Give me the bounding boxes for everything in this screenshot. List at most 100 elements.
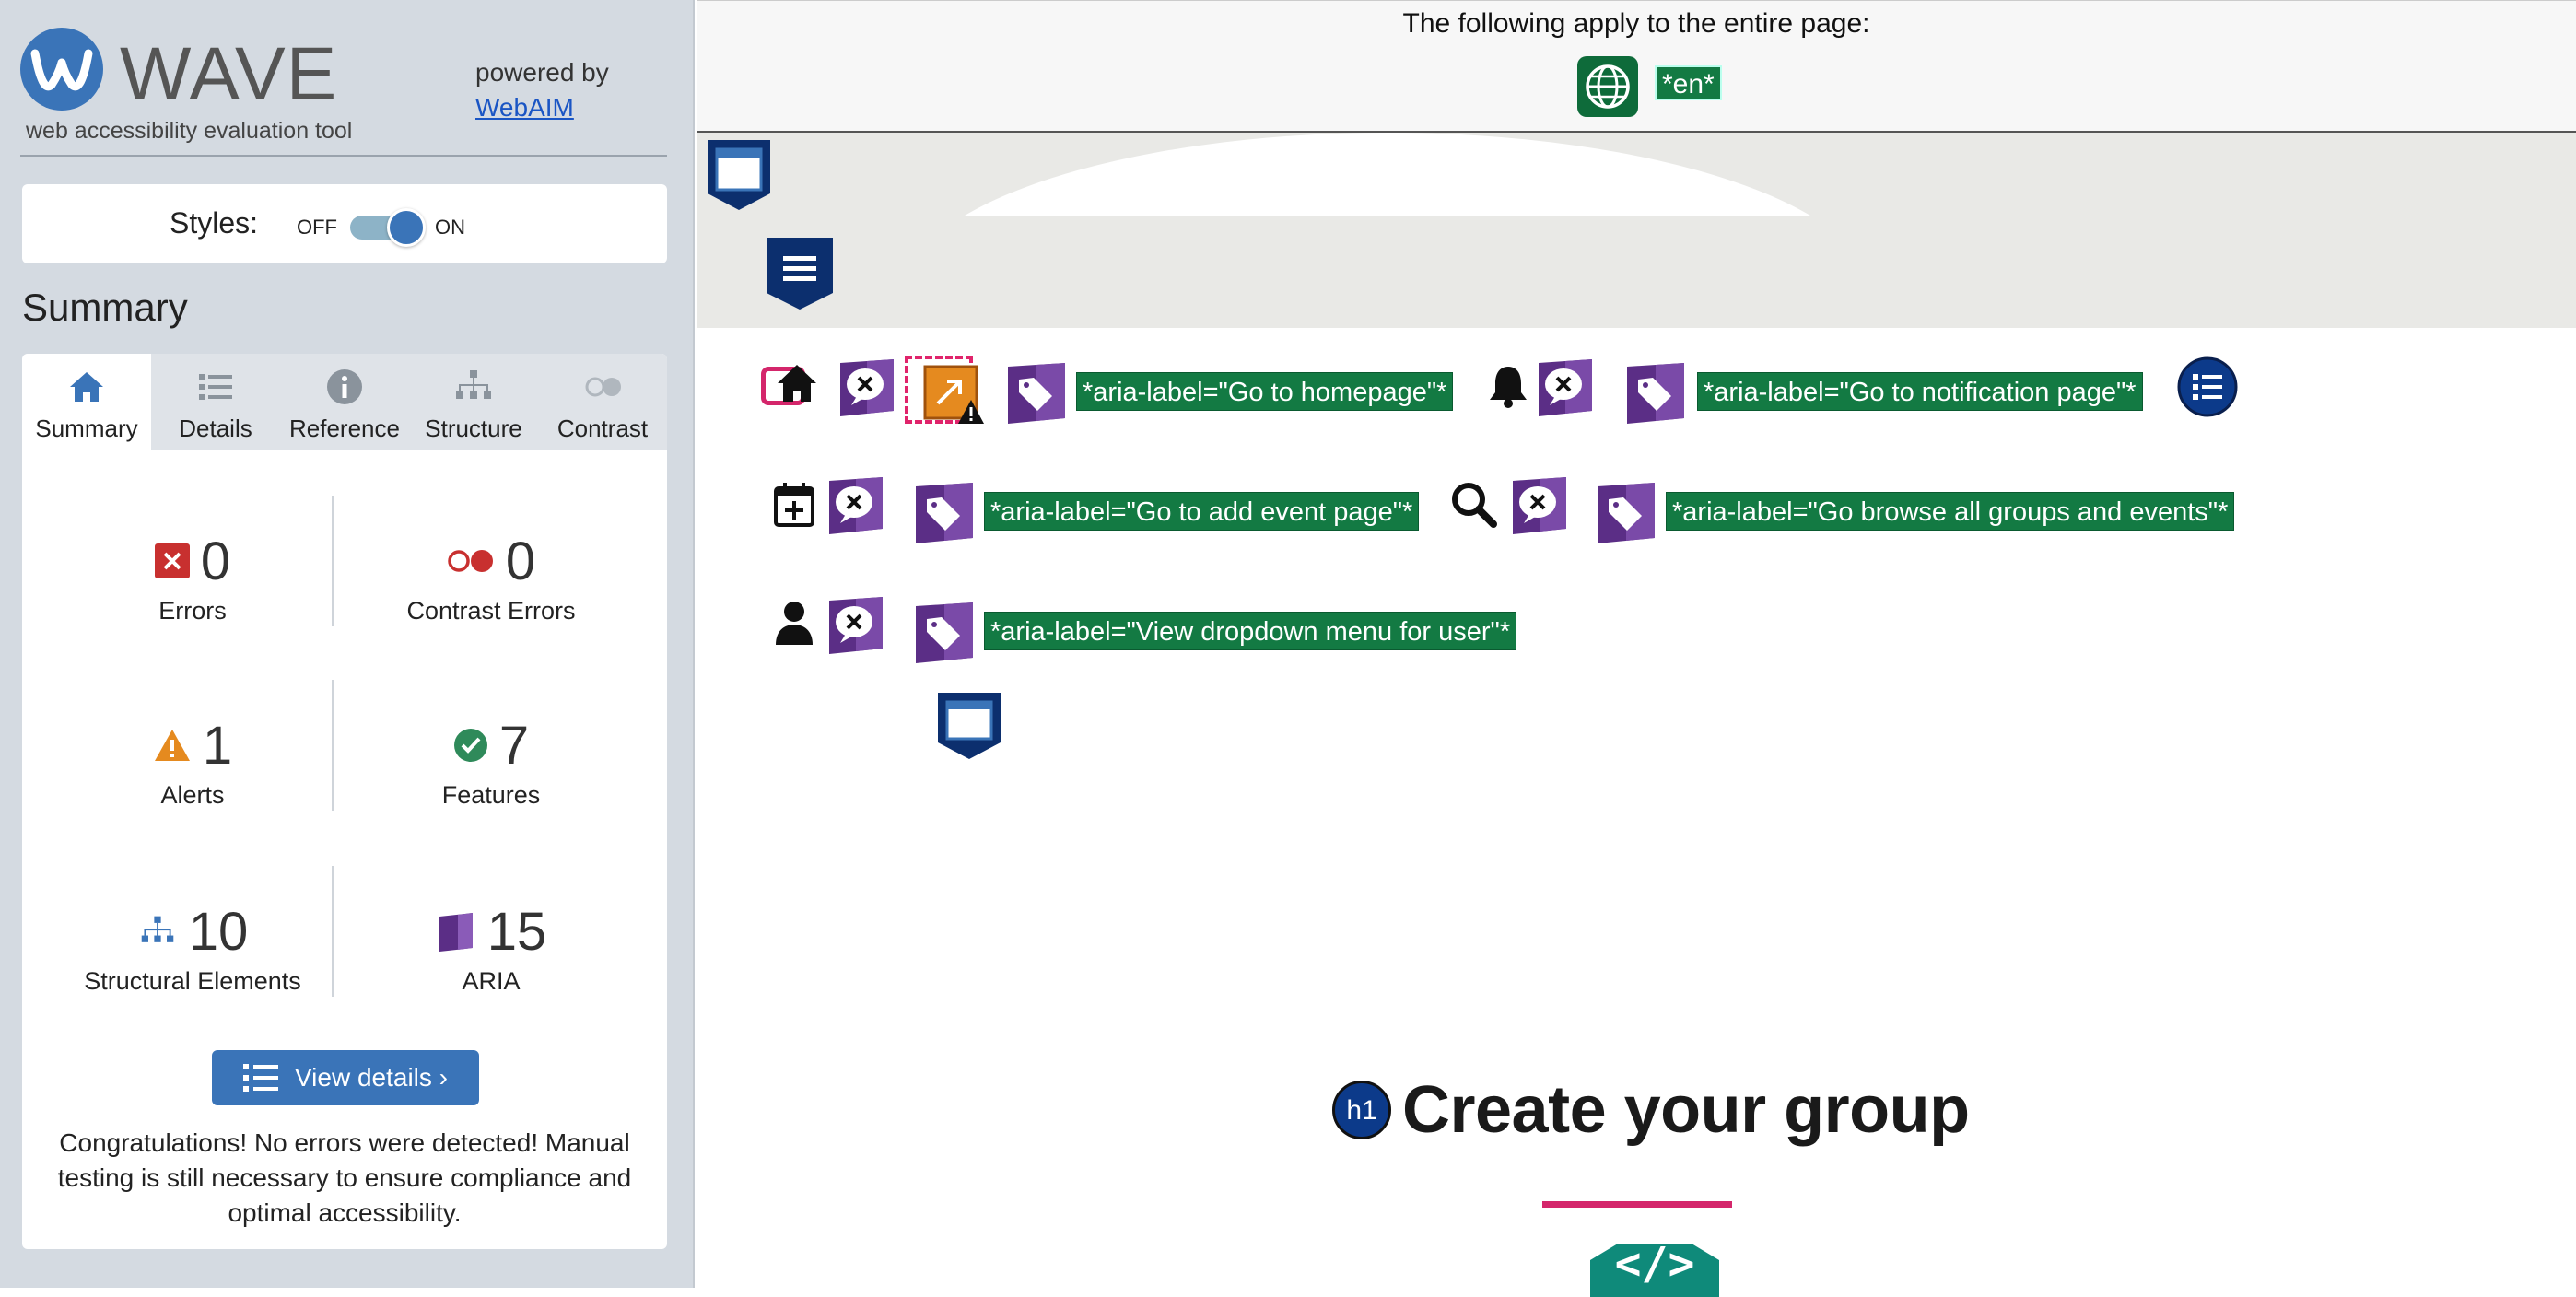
congrats-message: Congratulations! No errors were detected… (57, 1128, 632, 1227)
powered-by: powered by WebAIM (475, 55, 609, 125)
error-icon (154, 543, 190, 578)
aria-empty-label-icon[interactable] (1535, 357, 1596, 418)
list-icon (242, 1064, 278, 1092)
aria-label: ARIA (462, 967, 521, 995)
features-label: Features (441, 781, 541, 809)
summary-heading: Summary (22, 286, 188, 329)
redundant-link-alert-icon[interactable] (921, 363, 986, 427)
banner-text: The following apply to the entire page: (1402, 8, 1870, 39)
hero-background (697, 216, 2576, 328)
aria-empty-label-icon[interactable] (825, 595, 886, 656)
notification-bell-icon[interactable] (1485, 363, 1531, 409)
alert-icon (154, 730, 190, 761)
tab-summary[interactable]: Summary (22, 354, 151, 450)
tab-label: Details (179, 415, 252, 442)
tab-structure[interactable]: Structure (409, 354, 538, 450)
stat-divider (332, 680, 334, 811)
tab-contrast[interactable]: Contrast (538, 354, 667, 450)
language-badge[interactable]: *en* (1655, 65, 1722, 100)
aria-label-browse[interactable]: *aria-label="Go browse all groups and ev… (1666, 492, 2235, 531)
wave-logo-icon (20, 28, 103, 111)
structural-label: Structural Elements (84, 967, 301, 995)
feature-check-icon (453, 729, 487, 762)
stat-structural[interactable]: 10 Structural Elements (41, 899, 345, 996)
errors-label: Errors (158, 597, 227, 625)
aria-label-icon[interactable] (912, 601, 977, 665)
tab-reference[interactable]: Reference (280, 354, 409, 450)
logo-word: WAVE (120, 32, 338, 116)
add-event-calendar-icon[interactable] (772, 481, 816, 529)
styles-toggle-box: Styles: OFF ON (22, 184, 667, 263)
heading-underline (1542, 1201, 1732, 1208)
wave-logo[interactable]: WAVE web accessibility evaluation tool (20, 28, 352, 147)
contrast-error-icon (448, 550, 493, 572)
tab-label: Structure (425, 415, 522, 442)
home-icon[interactable] (774, 361, 820, 407)
aria-empty-label-icon[interactable] (1509, 475, 1570, 536)
stat-aria[interactable]: 15 ARIA (339, 899, 643, 996)
aria-empty-label-icon[interactable] (837, 357, 897, 418)
page-hero (697, 133, 2576, 328)
page-wide-banner: The following apply to the entire page: … (697, 0, 2576, 133)
aria-label-home[interactable]: *aria-label="Go to homepage"* (1076, 372, 1454, 411)
tab-label: Summary (35, 415, 138, 442)
toggle-on-label: ON (435, 216, 465, 239)
view-details-button[interactable]: View details › (212, 1050, 479, 1105)
tab-details[interactable]: Details (151, 354, 280, 450)
contrast-errors-count: 0 (505, 531, 536, 591)
stat-contrast-errors[interactable]: 0 Contrast Errors (339, 529, 643, 625)
aria-empty-label-icon[interactable] (825, 475, 886, 536)
language-globe-icon[interactable] (1577, 56, 1638, 117)
aria-label-icon[interactable] (1004, 361, 1069, 426)
stat-divider (332, 496, 334, 626)
structure-icon (141, 916, 174, 942)
view-details-label: View details › (294, 1063, 448, 1092)
navigation-region-icon[interactable] (763, 234, 837, 311)
aria-icon (439, 913, 473, 952)
webaim-link[interactable]: WebAIM (475, 93, 574, 122)
alerts-label: Alerts (160, 781, 225, 809)
summary-panel: Summary Details Reference Structure Cont… (22, 354, 667, 1249)
h1-structure-icon[interactable]: h1 (1332, 1081, 1391, 1139)
styles-toggle-knob[interactable] (387, 208, 426, 247)
powered-by-text: powered by (475, 58, 609, 87)
logo-tagline: web accessibility evaluation tool (26, 118, 353, 144)
stat-errors[interactable]: 0 Errors (41, 529, 345, 625)
list-structure-icon[interactable] (2176, 356, 2239, 418)
aria-label-add-event[interactable]: *aria-label="Go to add event page"* (984, 492, 1420, 531)
aria-count: 15 (486, 901, 547, 962)
aria-label-notification[interactable]: *aria-label="Go to notification page"* (1697, 372, 2143, 411)
aria-label-icon[interactable] (912, 481, 977, 545)
contrast-icon (585, 377, 621, 397)
wave-sidebar: WAVE web accessibility evaluation tool p… (0, 0, 695, 1288)
heading-row: h1 Create your group (1332, 1069, 1970, 1151)
structural-count: 10 (188, 901, 249, 962)
toggle-off-label: OFF (297, 216, 337, 239)
search-icon[interactable] (1448, 479, 1498, 529)
styles-label: Styles: (170, 206, 259, 240)
alerts-count: 1 (202, 715, 233, 776)
aria-label-icon[interactable] (1623, 361, 1688, 426)
stat-features[interactable]: 7 Features (339, 713, 643, 810)
features-count: 7 (498, 715, 530, 776)
divider (20, 155, 667, 157)
errors-count: 0 (200, 531, 231, 591)
home-icon (70, 372, 103, 402)
tab-label: Reference (289, 415, 400, 442)
structure-icon (456, 370, 491, 399)
page-preview: The following apply to the entire page: … (697, 0, 2576, 1297)
aria-label-user[interactable]: *aria-label="View dropdown menu for user… (984, 612, 1517, 650)
main-region-icon[interactable] (934, 689, 1004, 761)
stat-divider (332, 866, 334, 997)
tab-label: Contrast (556, 415, 649, 442)
page-heading: Create your group (1402, 1073, 1970, 1147)
info-icon (327, 369, 362, 404)
code-symbol: </> (1614, 1238, 1695, 1290)
aria-label-icon[interactable] (1594, 481, 1658, 545)
stat-alerts[interactable]: 1 Alerts (41, 713, 345, 810)
user-icon[interactable] (772, 599, 816, 647)
list-icon (199, 374, 232, 400)
contrast-errors-label: Contrast Errors (406, 597, 576, 625)
header-region-icon[interactable] (704, 136, 774, 212)
tab-bar: Summary Details Reference Structure Cont… (22, 354, 667, 450)
